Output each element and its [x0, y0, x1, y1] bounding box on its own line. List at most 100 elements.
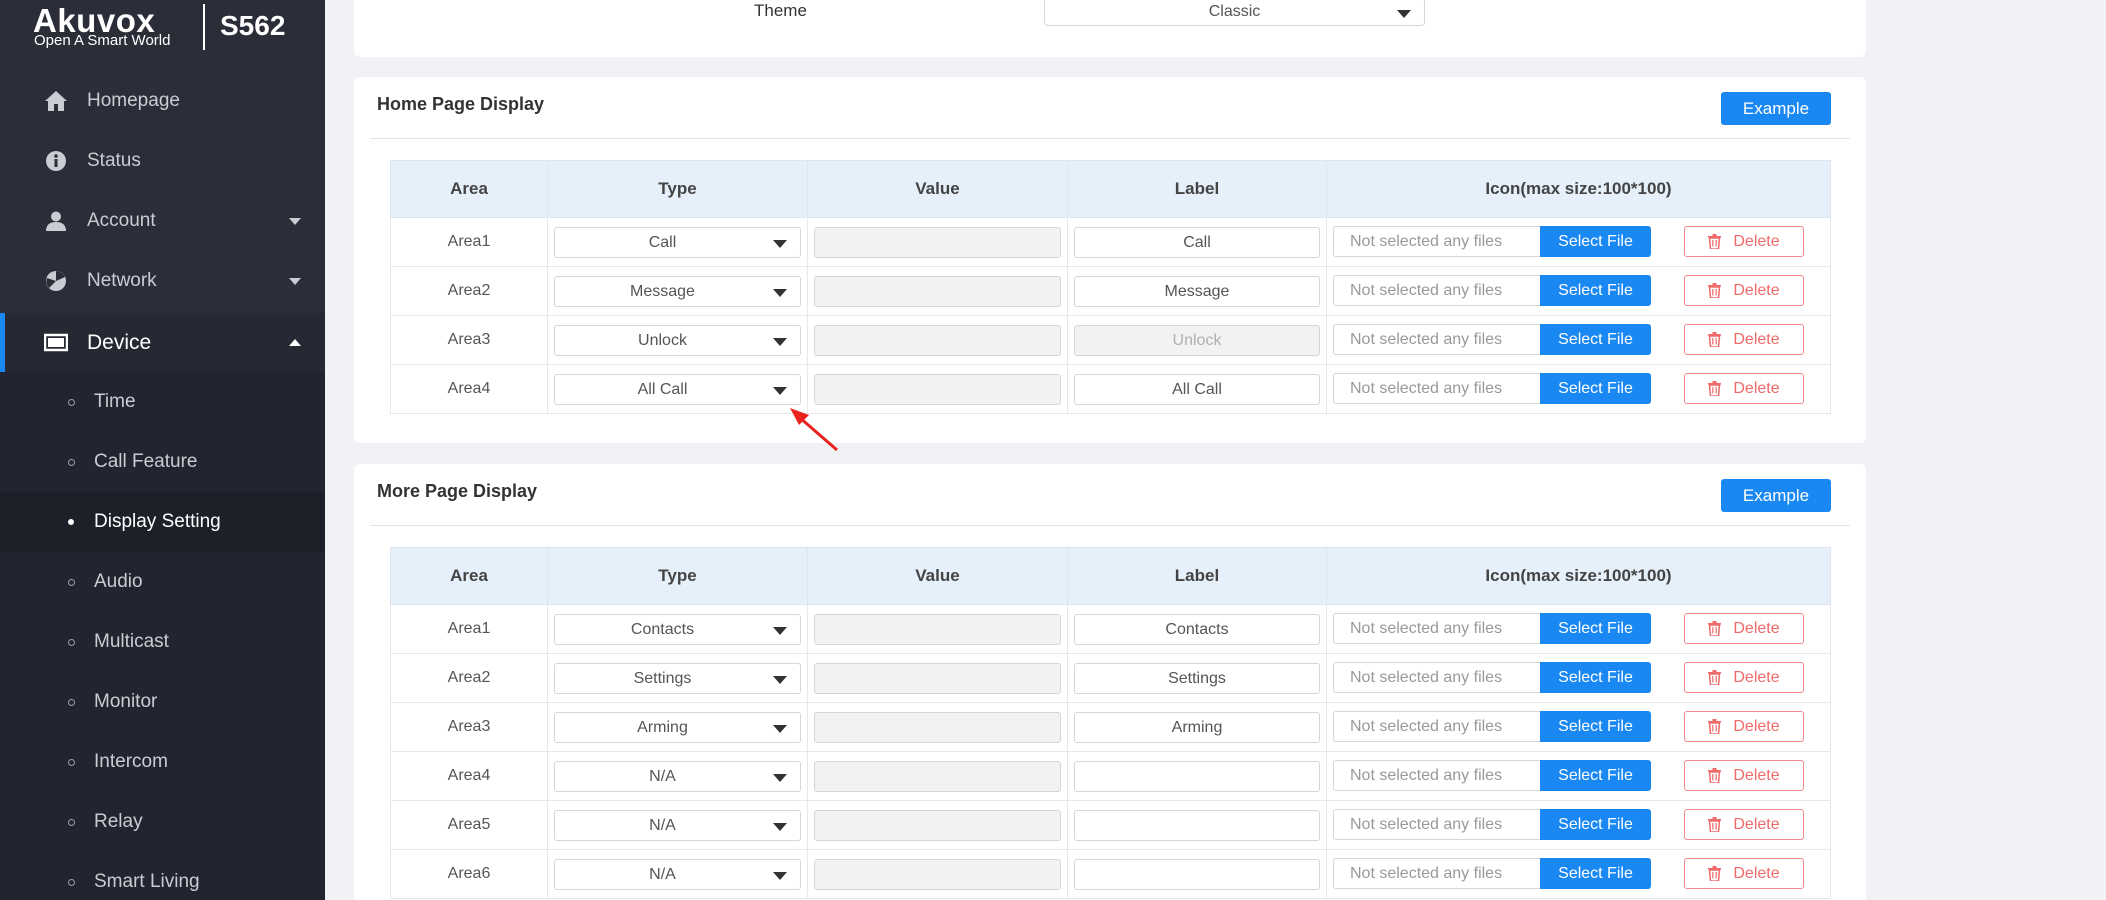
label-cell: Settings	[1067, 653, 1327, 703]
value-input[interactable]	[814, 324, 1061, 356]
type-select[interactable]: N/A	[554, 858, 801, 890]
icon-cell: Not selected any files Select File Delete	[1326, 702, 1831, 752]
value-input[interactable]	[814, 613, 1061, 645]
type-select[interactable]: Call	[554, 226, 801, 258]
select-file-button[interactable]: Select File	[1540, 613, 1651, 644]
delete-button[interactable]: Delete	[1684, 613, 1804, 644]
value-input[interactable]	[814, 711, 1061, 743]
sidebar-item-account[interactable]: Account	[0, 193, 325, 249]
delete-label: Delete	[1733, 379, 1780, 397]
submenu-item-multicast[interactable]: Multicast	[0, 612, 325, 672]
file-picker[interactable]: Not selected any files Select File	[1333, 662, 1651, 693]
file-picker[interactable]: Not selected any files Select File	[1333, 613, 1651, 644]
value-input[interactable]	[814, 662, 1061, 694]
delete-button[interactable]: Delete	[1684, 324, 1804, 355]
submenu-item-call-feature[interactable]: Call Feature	[0, 432, 325, 492]
file-picker[interactable]: Not selected any files Select File	[1333, 324, 1651, 355]
sidebar-item-label: Account	[87, 210, 156, 231]
type-select[interactable]: N/A	[554, 809, 801, 841]
label-cell: Call	[1067, 217, 1327, 267]
bullet-icon	[68, 578, 75, 586]
select-file-button[interactable]: Select File	[1540, 809, 1651, 840]
label-input[interactable]	[1074, 760, 1320, 792]
trash-icon	[1708, 381, 1722, 396]
col-type-header: Type	[547, 547, 808, 605]
file-picker[interactable]: Not selected any files Select File	[1333, 711, 1651, 742]
type-select[interactable]: Unlock	[554, 324, 801, 356]
chevron-down-icon	[773, 822, 787, 831]
sidebar-item-network[interactable]: Network	[0, 253, 325, 309]
label-input[interactable]: All Call	[1074, 373, 1320, 405]
delete-button[interactable]: Delete	[1684, 809, 1804, 840]
select-file-button[interactable]: Select File	[1540, 858, 1651, 889]
submenu-item-smart-living[interactable]: Smart Living	[0, 852, 325, 900]
delete-button[interactable]: Delete	[1684, 858, 1804, 889]
label-input[interactable]: Contacts	[1074, 613, 1320, 645]
icon-cell: Not selected any files Select File Delete	[1326, 364, 1831, 414]
submenu-item-time[interactable]: Time	[0, 372, 325, 432]
submenu-item-monitor[interactable]: Monitor	[0, 672, 325, 732]
select-file-button[interactable]: Select File	[1540, 760, 1651, 791]
file-picker[interactable]: Not selected any files Select File	[1333, 858, 1651, 889]
value-input[interactable]	[814, 226, 1061, 258]
sidebar-item-device[interactable]: Device	[0, 313, 325, 372]
select-file-button[interactable]: Select File	[1540, 226, 1651, 257]
delete-button[interactable]: Delete	[1684, 373, 1804, 404]
bullet-icon	[68, 398, 75, 406]
value-input[interactable]	[814, 858, 1061, 890]
label-input[interactable]: Unlock	[1074, 324, 1320, 356]
delete-button[interactable]: Delete	[1684, 711, 1804, 742]
value-input[interactable]	[814, 373, 1061, 405]
type-select[interactable]: Message	[554, 275, 801, 307]
type-select[interactable]: N/A	[554, 760, 801, 792]
delete-label: Delete	[1733, 766, 1780, 784]
sidebar-item-homepage[interactable]: Homepage	[0, 73, 325, 129]
more-table-row: Area6 N/A Not selected any files Select Fil…	[390, 849, 1831, 899]
file-picker[interactable]: Not selected any files Select File	[1333, 226, 1651, 257]
select-file-button[interactable]: Select File	[1540, 373, 1651, 404]
type-select[interactable]: All Call	[554, 373, 801, 405]
delete-button[interactable]: Delete	[1684, 760, 1804, 791]
file-picker[interactable]: Not selected any files Select File	[1333, 760, 1651, 791]
theme-select[interactable]: Classic	[1044, 0, 1425, 26]
delete-button[interactable]: Delete	[1684, 226, 1804, 257]
more-example-button[interactable]: Example	[1721, 479, 1831, 512]
label-input[interactable]: Arming	[1074, 711, 1320, 743]
submenu-item-intercom[interactable]: Intercom	[0, 732, 325, 792]
label-input[interactable]: Call	[1074, 226, 1320, 258]
select-file-button[interactable]: Select File	[1540, 711, 1651, 742]
select-file-button[interactable]: Select File	[1540, 275, 1651, 306]
home-page-display-card: Home Page Display Example Area Type Value L…	[354, 77, 1866, 443]
home-icon	[44, 89, 68, 113]
theme-label: Theme	[754, 1, 807, 20]
label-input[interactable]: Settings	[1074, 662, 1320, 694]
file-picker[interactable]: Not selected any files Select File	[1333, 373, 1651, 404]
label-cell: Unlock	[1067, 315, 1327, 365]
value-input[interactable]	[814, 275, 1061, 307]
sidebar-item-label: Network	[87, 270, 157, 291]
delete-button[interactable]: Delete	[1684, 662, 1804, 693]
value-input[interactable]	[814, 760, 1061, 792]
icon-cell: Not selected any files Select File Delete	[1326, 315, 1831, 365]
type-select[interactable]: Arming	[554, 711, 801, 743]
type-select-value: Contacts	[630, 620, 695, 638]
label-input[interactable]: Message	[1074, 275, 1320, 307]
label-input[interactable]	[1074, 809, 1320, 841]
delete-label: Delete	[1733, 864, 1780, 882]
sidebar-item-status[interactable]: Status	[0, 133, 325, 189]
type-select[interactable]: Settings	[554, 662, 801, 694]
file-picker[interactable]: Not selected any files Select File	[1333, 275, 1651, 306]
label-input[interactable]	[1074, 858, 1320, 890]
select-file-button[interactable]: Select File	[1540, 662, 1651, 693]
value-input[interactable]	[814, 809, 1061, 841]
home-example-button[interactable]: Example	[1721, 92, 1831, 125]
submenu-item-display-setting[interactable]: Display Setting	[0, 492, 325, 552]
delete-button[interactable]: Delete	[1684, 275, 1804, 306]
area-cell: Area3	[390, 702, 548, 752]
submenu-item-relay[interactable]: Relay	[0, 792, 325, 852]
type-select[interactable]: Contacts	[554, 613, 801, 645]
submenu-item-audio[interactable]: Audio	[0, 552, 325, 612]
type-select-value: Unlock	[638, 331, 687, 349]
select-file-button[interactable]: Select File	[1540, 324, 1651, 355]
file-picker[interactable]: Not selected any files Select File	[1333, 809, 1651, 840]
